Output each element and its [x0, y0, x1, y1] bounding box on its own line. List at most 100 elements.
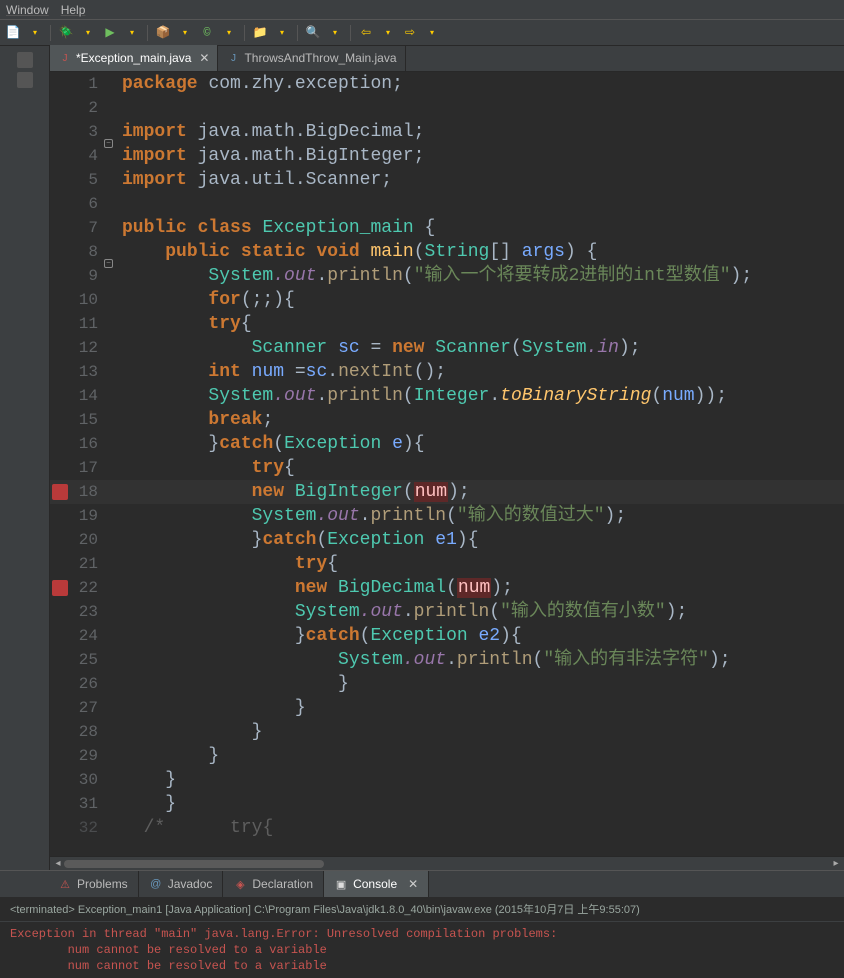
toolbar-dropdown-arrow[interactable]: ▾ [326, 24, 344, 42]
code-line[interactable]: 5 import java.util.Scanner; [50, 168, 844, 192]
code-line[interactable]: 10 for(;;){ [50, 288, 844, 312]
fold-toggle[interactable]: − [104, 259, 113, 268]
code-line[interactable]: 32 /* try{ [50, 816, 844, 840]
code-line[interactable]: 25 System.out.println("输入的有非法字符"); [50, 648, 844, 672]
toolbar-dropdown-arrow[interactable]: ▾ [220, 24, 238, 42]
console-output[interactable]: Exception in thread "main" java.lang.Err… [0, 922, 844, 978]
toolbar-dropdown-arrow[interactable]: ▾ [176, 24, 194, 42]
code-line[interactable]: 28 } [50, 720, 844, 744]
fold-toggle[interactable]: − [104, 139, 113, 148]
tab-console[interactable]: ▣ Console ✕ [324, 871, 429, 897]
toolbar-dropdown-arrow[interactable]: ▾ [79, 24, 97, 42]
code-line[interactable]: 11 try{ [50, 312, 844, 336]
horizontal-scrollbar[interactable]: ◂ ▸ [50, 856, 844, 870]
toolbar: 📄 ▾ 🪲 ▾ ▶ ▾ 📦 ▾ © ▾ 📁 ▾ 🔍 ▾ ⇦ ▾ ⇨ ▾ [0, 20, 844, 46]
close-icon[interactable]: ✕ [199, 51, 209, 65]
code-line[interactable]: 2 [50, 96, 844, 120]
tab-label: ThrowsAndThrow_Main.java [244, 51, 396, 65]
error-marker-icon[interactable] [52, 484, 68, 500]
line-number: 31 [50, 792, 102, 816]
menu-window[interactable]: Window [6, 3, 49, 17]
code-line[interactable]: 19 System.out.println("输入的数值过大"); [50, 504, 844, 528]
toolbar-debug-icon[interactable]: 🪲 [57, 24, 75, 42]
toolbar-sep [350, 25, 351, 41]
code-line[interactable]: 16 }catch(Exception e){ [50, 432, 844, 456]
line-number: 25 [50, 648, 102, 672]
toolbar-new-class-icon[interactable]: © [198, 24, 216, 42]
tab-label: Console [353, 877, 397, 891]
code-line[interactable]: 15 break; [50, 408, 844, 432]
code-line[interactable]: 17 try{ [50, 456, 844, 480]
code-line[interactable]: 24 }catch(Exception e2){ [50, 624, 844, 648]
code-line[interactable]: 14 System.out.println(Integer.toBinarySt… [50, 384, 844, 408]
code-line[interactable]: 7 public class Exception_main { [50, 216, 844, 240]
toolbar-dropdown-arrow[interactable]: ▾ [123, 24, 141, 42]
toolbar-folder-icon[interactable]: 📁 [251, 24, 269, 42]
toolbar-dropdown-arrow[interactable]: ▾ [379, 24, 397, 42]
toolbar-sep [244, 25, 245, 41]
line-number: 16 [50, 432, 102, 456]
menu-help[interactable]: Help [61, 3, 86, 17]
code-line[interactable]: 23 System.out.println("输入的数值有小数"); [50, 600, 844, 624]
editor-tab-inactive[interactable]: J ThrowsAndThrow_Main.java [218, 45, 405, 71]
left-rail [0, 46, 50, 870]
scroll-left-icon[interactable]: ◂ [52, 858, 64, 870]
code-line[interactable]: 27 } [50, 696, 844, 720]
code-line[interactable]: 22 new BigDecimal(num); [50, 576, 844, 600]
rail-icon-2[interactable] [17, 72, 33, 88]
java-file-icon: J [58, 51, 72, 65]
scrollbar-thumb[interactable] [64, 860, 324, 868]
toolbar-run-icon[interactable]: ▶ [101, 24, 119, 42]
error-marker-icon[interactable] [52, 580, 68, 596]
code-line[interactable]: 1 package com.zhy.exception; [50, 72, 844, 96]
tab-problems[interactable]: ⚠ Problems [48, 871, 139, 897]
line-number: 20 [50, 528, 102, 552]
tab-declaration[interactable]: ◈ Declaration [223, 871, 324, 897]
code-line[interactable]: 13 int num =sc.nextInt(); [50, 360, 844, 384]
toolbar-dropdown-arrow[interactable]: ▾ [423, 24, 441, 42]
line-number: 27 [50, 696, 102, 720]
code-line[interactable]: 6 [50, 192, 844, 216]
toolbar-back-icon[interactable]: ⇦ [357, 24, 375, 42]
line-number: 24 [50, 624, 102, 648]
code-line[interactable]: 12 Scanner sc = new Scanner(System.in); [50, 336, 844, 360]
scroll-right-icon[interactable]: ▸ [830, 858, 842, 870]
line-number: 5 [50, 168, 102, 192]
code-line[interactable]: 20 }catch(Exception e1){ [50, 528, 844, 552]
code-line-current[interactable]: 18 new BigInteger(num); [50, 480, 844, 504]
toolbar-new-pkg-icon[interactable]: 📦 [154, 24, 172, 42]
close-icon[interactable]: ✕ [408, 877, 418, 891]
line-number: 14 [50, 384, 102, 408]
menu-bar: Window Help [0, 0, 844, 20]
line-number: 28 [50, 720, 102, 744]
code-line[interactable]: 21 try{ [50, 552, 844, 576]
line-number: 30 [50, 768, 102, 792]
rail-icon-1[interactable] [17, 52, 33, 68]
bottom-tabstrip: ⚠ Problems @ Javadoc ◈ Declaration ▣ Con… [0, 871, 844, 897]
line-number: 15 [50, 408, 102, 432]
javadoc-icon: @ [149, 877, 163, 891]
toolbar-dropdown-arrow[interactable]: ▾ [273, 24, 291, 42]
toolbar-forward-icon[interactable]: ⇨ [401, 24, 419, 42]
toolbar-search-icon[interactable]: 🔍 [304, 24, 322, 42]
main-area: J *Exception_main.java ✕ J ThrowsAndThro… [0, 46, 844, 870]
code-line[interactable]: 30 } [50, 768, 844, 792]
code-line[interactable]: 29 } [50, 744, 844, 768]
toolbar-dropdown-arrow[interactable]: ▾ [26, 24, 44, 42]
line-number: 2 [50, 96, 102, 120]
editor-tab-active[interactable]: J *Exception_main.java ✕ [50, 45, 218, 71]
code-line[interactable]: 4 import java.math.BigInteger; [50, 144, 844, 168]
code-line[interactable]: 26 } [50, 672, 844, 696]
code-editor[interactable]: 1 package com.zhy.exception; 2 3 − impor… [50, 72, 844, 856]
code-line[interactable]: 9 System.out.println("输入一个将要转成2进制的int型数值… [50, 264, 844, 288]
toolbar-sep [147, 25, 148, 41]
code-line[interactable]: 31 } [50, 792, 844, 816]
toolbar-icon-1[interactable]: 📄 [4, 24, 22, 42]
tab-javadoc[interactable]: @ Javadoc [139, 871, 224, 897]
code-line[interactable]: 3 − import java.math.BigDecimal; [50, 120, 844, 144]
tab-label: Javadoc [168, 877, 213, 891]
editor-column: J *Exception_main.java ✕ J ThrowsAndThro… [50, 46, 844, 870]
code-line[interactable]: 8 − public static void main(String[] arg… [50, 240, 844, 264]
line-number: 10 [50, 288, 102, 312]
line-number: 3 [50, 120, 102, 144]
